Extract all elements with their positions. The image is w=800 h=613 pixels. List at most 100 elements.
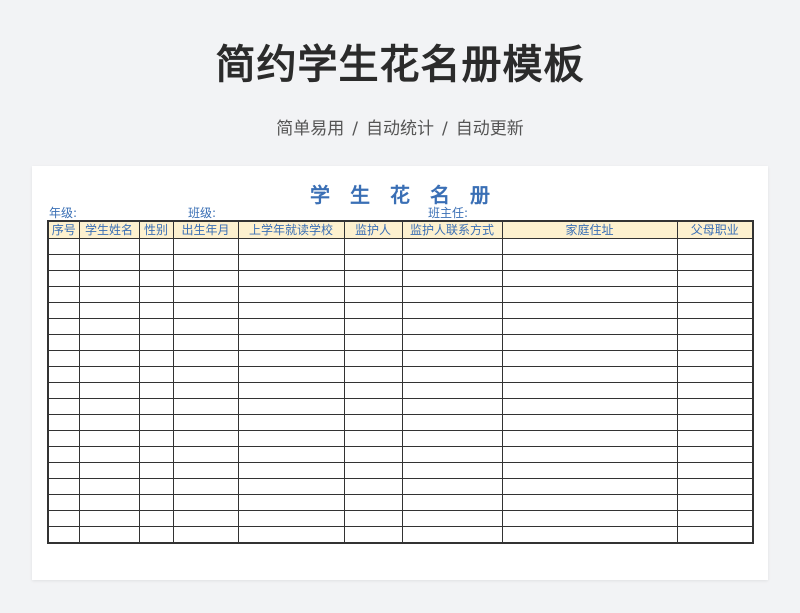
table-cell[interactable]	[138, 494, 174, 511]
table-cell[interactable]	[237, 302, 345, 319]
table-cell[interactable]	[343, 350, 403, 367]
table-cell[interactable]	[501, 526, 678, 544]
table-cell[interactable]	[78, 478, 140, 495]
table-cell[interactable]	[47, 446, 80, 463]
table-cell[interactable]	[237, 270, 345, 287]
table-cell[interactable]	[501, 334, 678, 351]
table-cell[interactable]	[343, 478, 403, 495]
table-cell[interactable]	[78, 510, 140, 527]
table-cell[interactable]	[401, 526, 503, 544]
table-cell[interactable]	[237, 318, 345, 335]
table-cell[interactable]	[237, 446, 345, 463]
table-cell[interactable]	[343, 270, 403, 287]
table-cell[interactable]	[237, 398, 345, 415]
table-cell[interactable]	[501, 446, 678, 463]
table-cell[interactable]	[47, 334, 80, 351]
table-cell[interactable]	[401, 430, 503, 447]
table-cell[interactable]	[47, 430, 80, 447]
table-cell[interactable]	[237, 350, 345, 367]
table-cell[interactable]	[47, 398, 80, 415]
table-cell[interactable]	[237, 414, 345, 431]
table-cell[interactable]	[78, 366, 140, 383]
table-cell[interactable]	[172, 238, 239, 255]
table-cell[interactable]	[676, 254, 754, 271]
table-cell[interactable]	[138, 334, 174, 351]
table-cell[interactable]	[401, 318, 503, 335]
table-cell[interactable]	[401, 254, 503, 271]
table-cell[interactable]	[501, 430, 678, 447]
table-cell[interactable]	[401, 494, 503, 511]
table-cell[interactable]	[47, 414, 80, 431]
table-cell[interactable]	[138, 526, 174, 544]
table-cell[interactable]	[237, 382, 345, 399]
table-cell[interactable]	[172, 478, 239, 495]
table-cell[interactable]	[401, 478, 503, 495]
table-cell[interactable]	[401, 462, 503, 479]
table-cell[interactable]	[501, 462, 678, 479]
table-cell[interactable]	[138, 414, 174, 431]
table-cell[interactable]	[501, 238, 678, 255]
table-cell[interactable]	[401, 334, 503, 351]
table-cell[interactable]	[172, 398, 239, 415]
table-cell[interactable]	[343, 526, 403, 544]
table-cell[interactable]	[47, 382, 80, 399]
table-cell[interactable]	[78, 286, 140, 303]
table-cell[interactable]	[47, 366, 80, 383]
table-cell[interactable]	[47, 318, 80, 335]
table-cell[interactable]	[47, 462, 80, 479]
table-cell[interactable]	[343, 254, 403, 271]
table-cell[interactable]	[676, 414, 754, 431]
table-cell[interactable]	[78, 318, 140, 335]
table-cell[interactable]	[676, 382, 754, 399]
table-cell[interactable]	[676, 526, 754, 544]
table-cell[interactable]	[676, 398, 754, 415]
table-cell[interactable]	[138, 254, 174, 271]
table-cell[interactable]	[138, 286, 174, 303]
table-cell[interactable]	[138, 366, 174, 383]
table-cell[interactable]	[401, 382, 503, 399]
table-cell[interactable]	[172, 446, 239, 463]
table-cell[interactable]	[138, 510, 174, 527]
table-cell[interactable]	[47, 254, 80, 271]
table-cell[interactable]	[78, 382, 140, 399]
table-cell[interactable]	[138, 302, 174, 319]
table-cell[interactable]	[343, 366, 403, 383]
table-cell[interactable]	[401, 398, 503, 415]
table-cell[interactable]	[501, 414, 678, 431]
table-cell[interactable]	[343, 318, 403, 335]
table-cell[interactable]	[78, 526, 140, 544]
table-cell[interactable]	[343, 414, 403, 431]
table-cell[interactable]	[78, 334, 140, 351]
table-cell[interactable]	[501, 494, 678, 511]
table-cell[interactable]	[676, 302, 754, 319]
table-cell[interactable]	[501, 478, 678, 495]
table-cell[interactable]	[138, 238, 174, 255]
table-cell[interactable]	[172, 510, 239, 527]
table-cell[interactable]	[138, 398, 174, 415]
table-cell[interactable]	[172, 286, 239, 303]
table-cell[interactable]	[676, 478, 754, 495]
table-cell[interactable]	[676, 350, 754, 367]
table-cell[interactable]	[343, 462, 403, 479]
table-cell[interactable]	[78, 494, 140, 511]
table-cell[interactable]	[138, 382, 174, 399]
table-cell[interactable]	[501, 318, 678, 335]
table-cell[interactable]	[676, 286, 754, 303]
table-cell[interactable]	[401, 302, 503, 319]
table-cell[interactable]	[47, 238, 80, 255]
table-cell[interactable]	[501, 510, 678, 527]
table-cell[interactable]	[78, 350, 140, 367]
table-cell[interactable]	[47, 286, 80, 303]
table-cell[interactable]	[47, 510, 80, 527]
table-cell[interactable]	[172, 494, 239, 511]
table-cell[interactable]	[78, 238, 140, 255]
table-cell[interactable]	[47, 494, 80, 511]
table-cell[interactable]	[501, 366, 678, 383]
table-cell[interactable]	[676, 270, 754, 287]
table-cell[interactable]	[501, 270, 678, 287]
table-cell[interactable]	[237, 526, 345, 544]
table-cell[interactable]	[237, 366, 345, 383]
table-cell[interactable]	[343, 494, 403, 511]
table-cell[interactable]	[401, 366, 503, 383]
table-cell[interactable]	[78, 254, 140, 271]
